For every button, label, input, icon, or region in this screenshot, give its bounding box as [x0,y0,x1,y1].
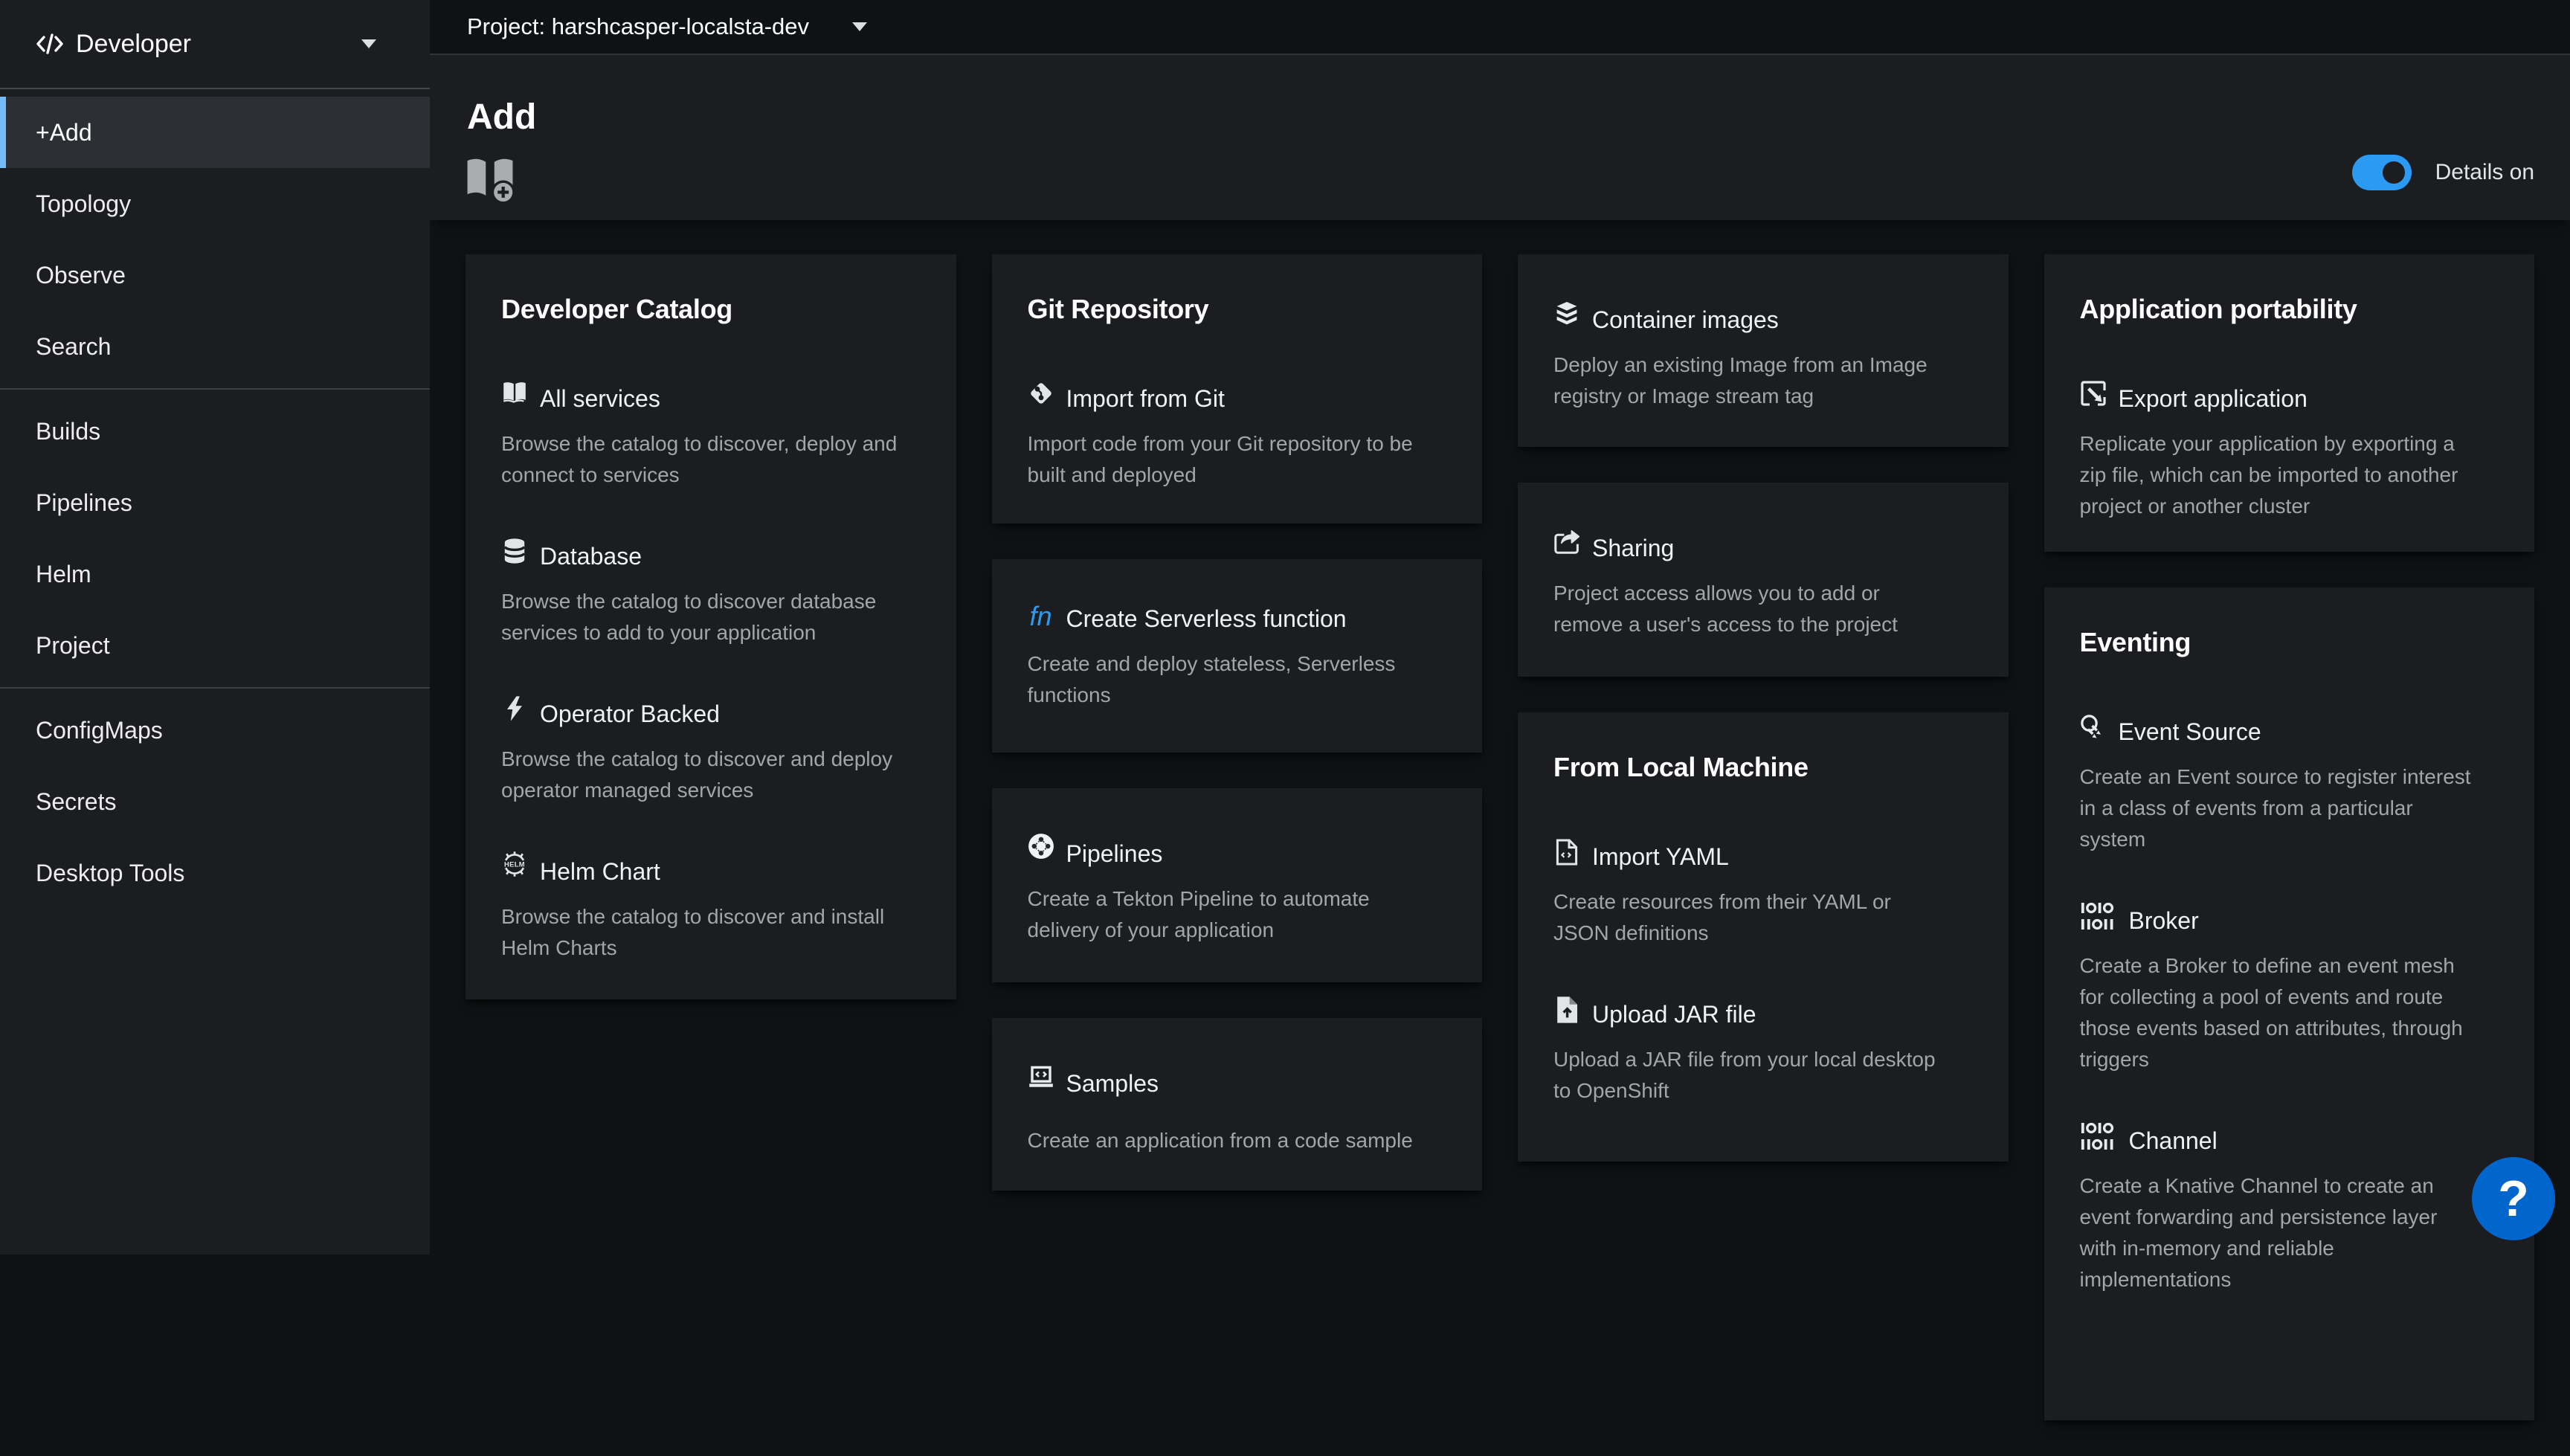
svg-text:HELM: HELM [504,861,525,869]
